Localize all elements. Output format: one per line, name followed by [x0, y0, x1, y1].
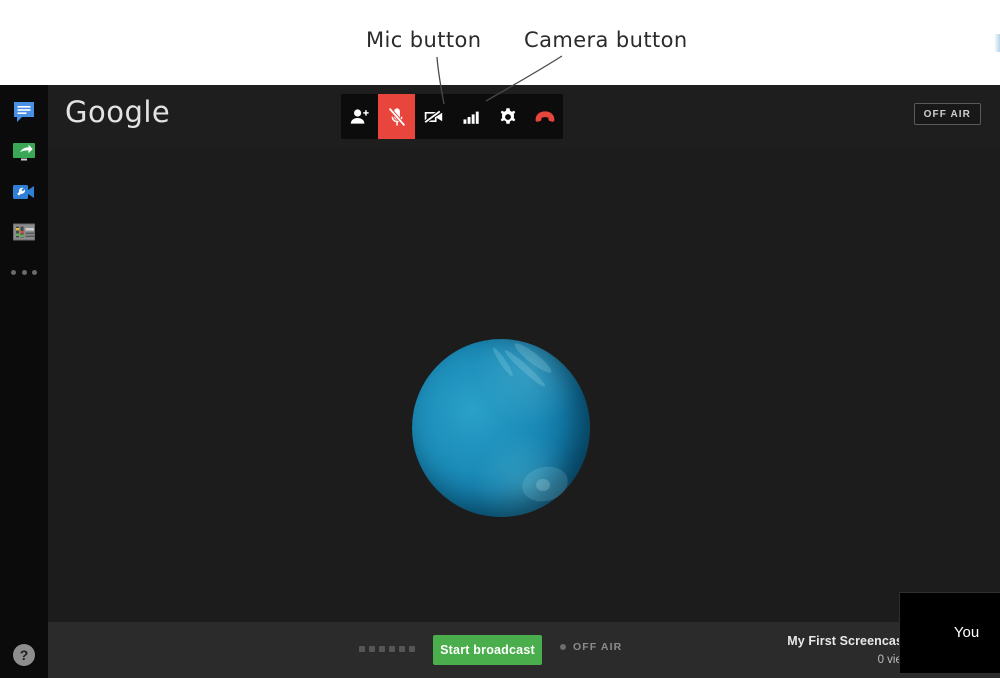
camera-button[interactable]	[415, 94, 452, 139]
sidebar-item-chat[interactable]	[11, 99, 37, 125]
onair-status-text: OFF AIR	[573, 641, 623, 653]
gear-icon	[500, 107, 515, 124]
edge-artifact	[994, 34, 1000, 52]
pagination-dot	[409, 646, 415, 652]
sidebar-item-cameraman[interactable]	[11, 179, 37, 205]
phone-hangup-icon	[535, 110, 554, 122]
annotation-camera-label: Camera button	[524, 28, 688, 52]
screenshare-icon	[13, 143, 35, 161]
camera-wrench-icon	[13, 185, 34, 199]
sidebar-item-control-room[interactable]	[11, 219, 37, 245]
google-logo: Google	[65, 95, 171, 129]
pagination-dots[interactable]	[359, 646, 415, 652]
invite-people-button[interactable]	[341, 94, 378, 139]
left-rail: ?	[0, 85, 48, 678]
planet-cloud	[536, 479, 550, 491]
pagination-dot	[379, 646, 385, 652]
video-stage: You	[48, 149, 1000, 674]
ellipsis-dot	[21, 269, 27, 275]
start-broadcast-button[interactable]: Start broadcast	[433, 635, 542, 665]
mic-button[interactable]	[378, 94, 415, 139]
mixer-icon	[13, 223, 35, 241]
sidebar-item-more[interactable]	[11, 265, 37, 279]
selfview-thumbnail[interactable]: You	[899, 592, 1000, 674]
bandwidth-button[interactable]	[452, 94, 489, 139]
onair-status: OFF AIR	[560, 641, 622, 653]
ellipsis-dot	[32, 269, 37, 275]
pagination-dot	[369, 646, 375, 652]
hangup-button[interactable]	[526, 94, 563, 139]
camera-off-icon	[423, 109, 442, 124]
ellipsis-dot	[11, 269, 16, 275]
planet-streak	[491, 346, 515, 378]
pagination-dot	[399, 646, 405, 652]
planet-avatar	[412, 339, 590, 517]
pagination-dot	[359, 646, 365, 652]
signal-bars-icon	[463, 111, 479, 124]
settings-button[interactable]	[489, 94, 526, 139]
selfview-label: You	[953, 624, 980, 641]
mic-muted-icon	[387, 106, 406, 127]
call-toolbar	[341, 94, 563, 139]
bottom-bar: Start broadcast OFF AIR My First Screenc…	[48, 622, 1000, 678]
onair-status-dot	[560, 644, 566, 650]
help-button[interactable]: ?	[13, 644, 35, 666]
chat-bubble-icon	[14, 102, 34, 122]
sidebar-item-screenshare[interactable]	[11, 139, 37, 165]
annotation-mic-label: Mic button	[366, 28, 482, 52]
header-offair-badge[interactable]: OFF AIR	[913, 103, 981, 125]
pagination-dot	[389, 646, 395, 652]
person-add-icon	[350, 108, 369, 124]
hangouts-on-air-window: ? Google OFF AIR You Start broadcast OFF…	[0, 85, 1000, 678]
